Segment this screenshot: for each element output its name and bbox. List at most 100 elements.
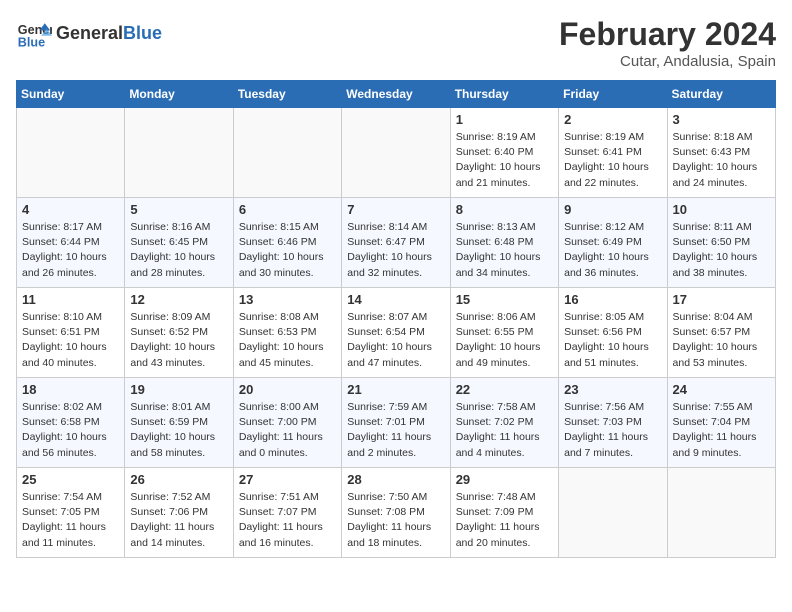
header-thursday: Thursday — [450, 81, 558, 108]
calendar-cell: 8Sunrise: 8:13 AMSunset: 6:48 PMDaylight… — [450, 198, 558, 288]
day-info: Sunrise: 7:55 AMSunset: 7:04 PMDaylight:… — [673, 400, 770, 461]
calendar-cell: 6Sunrise: 8:15 AMSunset: 6:46 PMDaylight… — [233, 198, 341, 288]
calendar-cell — [342, 108, 450, 198]
day-number: 7 — [347, 202, 444, 217]
calendar-cell: 20 Sunrise: 8:00 AMSunset: 7:00 PMDayligh… — [233, 378, 341, 468]
day-number: 20 — [239, 382, 336, 397]
day-number: 24 — [673, 382, 770, 397]
calendar-cell: 7 Sunrise: 8:14 AMSunset: 6:47 PMDaylight… — [342, 198, 450, 288]
calendar-cell: 5 Sunrise: 8:16 AMSunset: 6:45 PMDaylight… — [125, 198, 233, 288]
day-number: 3 — [673, 112, 770, 127]
calendar-cell: 9Sunrise: 8:12 AMSunset: 6:49 PMDaylight… — [559, 198, 667, 288]
calendar-cell: 22 Sunrise: 7:58 AMSunset: 7:02 PMDayligh… — [450, 378, 558, 468]
day-number: 12 — [130, 292, 227, 307]
day-info: Sunrise: 7:56 AMSunset: 7:03 PMDaylight:… — [564, 400, 661, 461]
header-friday: Friday — [559, 81, 667, 108]
logo-icon: General Blue — [16, 16, 52, 52]
day-number: 5 — [130, 202, 227, 217]
calendar-cell — [125, 108, 233, 198]
day-number: 18 — [22, 382, 119, 397]
calendar-cell: 11 Sunrise: 8:10 AMSunset: 6:51 PMDayligh… — [17, 288, 125, 378]
day-info: Sunrise: 7:54 AMSunset: 7:05 PMDaylight:… — [22, 490, 119, 551]
calendar-cell: 17 Sunrise: 8:04 AMSunset: 6:57 PMDayligh… — [667, 288, 775, 378]
day-number: 19 — [130, 382, 227, 397]
day-info: Sunrise: 8:00 AMSunset: 7:00 PMDaylight:… — [239, 400, 336, 461]
calendar-cell: 2Sunrise: 8:19 AMSunset: 6:41 PMDaylight… — [559, 108, 667, 198]
day-info: Sunrise: 8:05 AMSunset: 6:56 PMDaylight:… — [564, 310, 661, 371]
calendar-cell: 4Sunrise: 8:17 AMSunset: 6:44 PMDaylight… — [17, 198, 125, 288]
day-info: Sunrise: 8:02 AMSunset: 6:58 PMDaylight:… — [22, 400, 119, 461]
day-number: 16 — [564, 292, 661, 307]
calendar-cell — [559, 468, 667, 558]
day-number: 23 — [564, 382, 661, 397]
calendar-cell: 18 Sunrise: 8:02 AMSunset: 6:58 PMDayligh… — [17, 378, 125, 468]
day-info: Sunrise: 8:09 AMSunset: 6:52 PMDaylight:… — [130, 310, 227, 371]
calendar-cell: 19 Sunrise: 8:01 AMSunset: 6:59 PMDayligh… — [125, 378, 233, 468]
calendar-week-row: 1 Sunrise: 8:19 AMSunset: 6:40 PMDaylight… — [17, 108, 776, 198]
day-info: Sunrise: 8:19 AMSunset: 6:41 PMDaylight:… — [564, 130, 661, 191]
calendar-cell: 16 Sunrise: 8:05 AMSunset: 6:56 PMDayligh… — [559, 288, 667, 378]
calendar-week-row: 4Sunrise: 8:17 AMSunset: 6:44 PMDaylight… — [17, 198, 776, 288]
calendar-cell: 29Sunrise: 7:48 AMSunset: 7:09 PMDayligh… — [450, 468, 558, 558]
day-info: Sunrise: 8:16 AMSunset: 6:45 PMDaylight:… — [130, 220, 227, 281]
logo: General Blue GeneralBlue — [16, 16, 162, 52]
day-info: Sunrise: 8:18 AMSunset: 6:43 PMDaylight:… — [673, 130, 770, 191]
calendar-cell — [667, 468, 775, 558]
header-monday: Monday — [125, 81, 233, 108]
day-info: Sunrise: 7:59 AMSunset: 7:01 PMDaylight:… — [347, 400, 444, 461]
month-year-title: February 2024 — [559, 16, 776, 53]
calendar-cell: 27 Sunrise: 7:51 AMSunset: 7:07 PMDayligh… — [233, 468, 341, 558]
day-number: 28 — [347, 472, 444, 487]
day-info: Sunrise: 7:51 AMSunset: 7:07 PMDaylight:… — [239, 490, 336, 551]
calendar-week-row: 11 Sunrise: 8:10 AMSunset: 6:51 PMDayligh… — [17, 288, 776, 378]
day-info: Sunrise: 7:48 AMSunset: 7:09 PMDaylight:… — [456, 490, 553, 551]
page-header: General Blue GeneralBlue February 2024 C… — [16, 16, 776, 70]
day-number: 27 — [239, 472, 336, 487]
calendar-cell: 23 Sunrise: 7:56 AMSunset: 7:03 PMDayligh… — [559, 378, 667, 468]
day-info: Sunrise: 8:07 AMSunset: 6:54 PMDaylight:… — [347, 310, 444, 371]
day-info: Sunrise: 7:50 AMSunset: 7:08 PMDaylight:… — [347, 490, 444, 551]
day-info: Sunrise: 8:10 AMSunset: 6:51 PMDaylight:… — [22, 310, 119, 371]
header-tuesday: Tuesday — [233, 81, 341, 108]
header-wednesday: Wednesday — [342, 81, 450, 108]
location-subtitle: Cutar, Andalusia, Spain — [559, 53, 776, 70]
logo-text-line1: GeneralBlue — [56, 24, 162, 44]
calendar-cell: 15Sunrise: 8:06 AMSunset: 6:55 PMDayligh… — [450, 288, 558, 378]
day-number: 21 — [347, 382, 444, 397]
day-info: Sunrise: 8:15 AMSunset: 6:46 PMDaylight:… — [239, 220, 336, 281]
calendar-cell: 10 Sunrise: 8:11 AMSunset: 6:50 PMDayligh… — [667, 198, 775, 288]
calendar-table: Sunday Monday Tuesday Wednesday Thursday… — [16, 80, 776, 558]
day-info: Sunrise: 8:19 AMSunset: 6:40 PMDaylight:… — [456, 130, 553, 191]
day-info: Sunrise: 8:08 AMSunset: 6:53 PMDaylight:… — [239, 310, 336, 371]
day-info: Sunrise: 8:17 AMSunset: 6:44 PMDaylight:… — [22, 220, 119, 281]
day-info: Sunrise: 8:01 AMSunset: 6:59 PMDaylight:… — [130, 400, 227, 461]
svg-text:Blue: Blue — [18, 36, 45, 50]
day-info: Sunrise: 7:58 AMSunset: 7:02 PMDaylight:… — [456, 400, 553, 461]
calendar-cell: 28 Sunrise: 7:50 AMSunset: 7:08 PMDayligh… — [342, 468, 450, 558]
day-number: 25 — [22, 472, 119, 487]
day-info: Sunrise: 8:13 AMSunset: 6:48 PMDaylight:… — [456, 220, 553, 281]
day-number: 26 — [130, 472, 227, 487]
day-number: 1 — [456, 112, 553, 127]
calendar-cell: 1 Sunrise: 8:19 AMSunset: 6:40 PMDaylight… — [450, 108, 558, 198]
calendar-cell: 14 Sunrise: 8:07 AMSunset: 6:54 PMDayligh… — [342, 288, 450, 378]
day-number: 22 — [456, 382, 553, 397]
day-info: Sunrise: 8:14 AMSunset: 6:47 PMDaylight:… — [347, 220, 444, 281]
day-number: 13 — [239, 292, 336, 307]
calendar-cell: 3 Sunrise: 8:18 AMSunset: 6:43 PMDaylight… — [667, 108, 775, 198]
calendar-cell: 21 Sunrise: 7:59 AMSunset: 7:01 PMDayligh… — [342, 378, 450, 468]
calendar-body: 1 Sunrise: 8:19 AMSunset: 6:40 PMDaylight… — [17, 108, 776, 558]
header-row: Sunday Monday Tuesday Wednesday Thursday… — [17, 81, 776, 108]
day-number: 15 — [456, 292, 553, 307]
day-number: 17 — [673, 292, 770, 307]
calendar-cell: 13 Sunrise: 8:08 AMSunset: 6:53 PMDayligh… — [233, 288, 341, 378]
day-number: 11 — [22, 292, 119, 307]
day-info: Sunrise: 8:11 AMSunset: 6:50 PMDaylight:… — [673, 220, 770, 281]
day-number: 9 — [564, 202, 661, 217]
calendar-week-row: 18 Sunrise: 8:02 AMSunset: 6:58 PMDayligh… — [17, 378, 776, 468]
day-info: Sunrise: 7:52 AMSunset: 7:06 PMDaylight:… — [130, 490, 227, 551]
day-number: 14 — [347, 292, 444, 307]
calendar-cell: 25 Sunrise: 7:54 AMSunset: 7:05 PMDayligh… — [17, 468, 125, 558]
day-number: 10 — [673, 202, 770, 217]
day-info: Sunrise: 8:04 AMSunset: 6:57 PMDaylight:… — [673, 310, 770, 371]
